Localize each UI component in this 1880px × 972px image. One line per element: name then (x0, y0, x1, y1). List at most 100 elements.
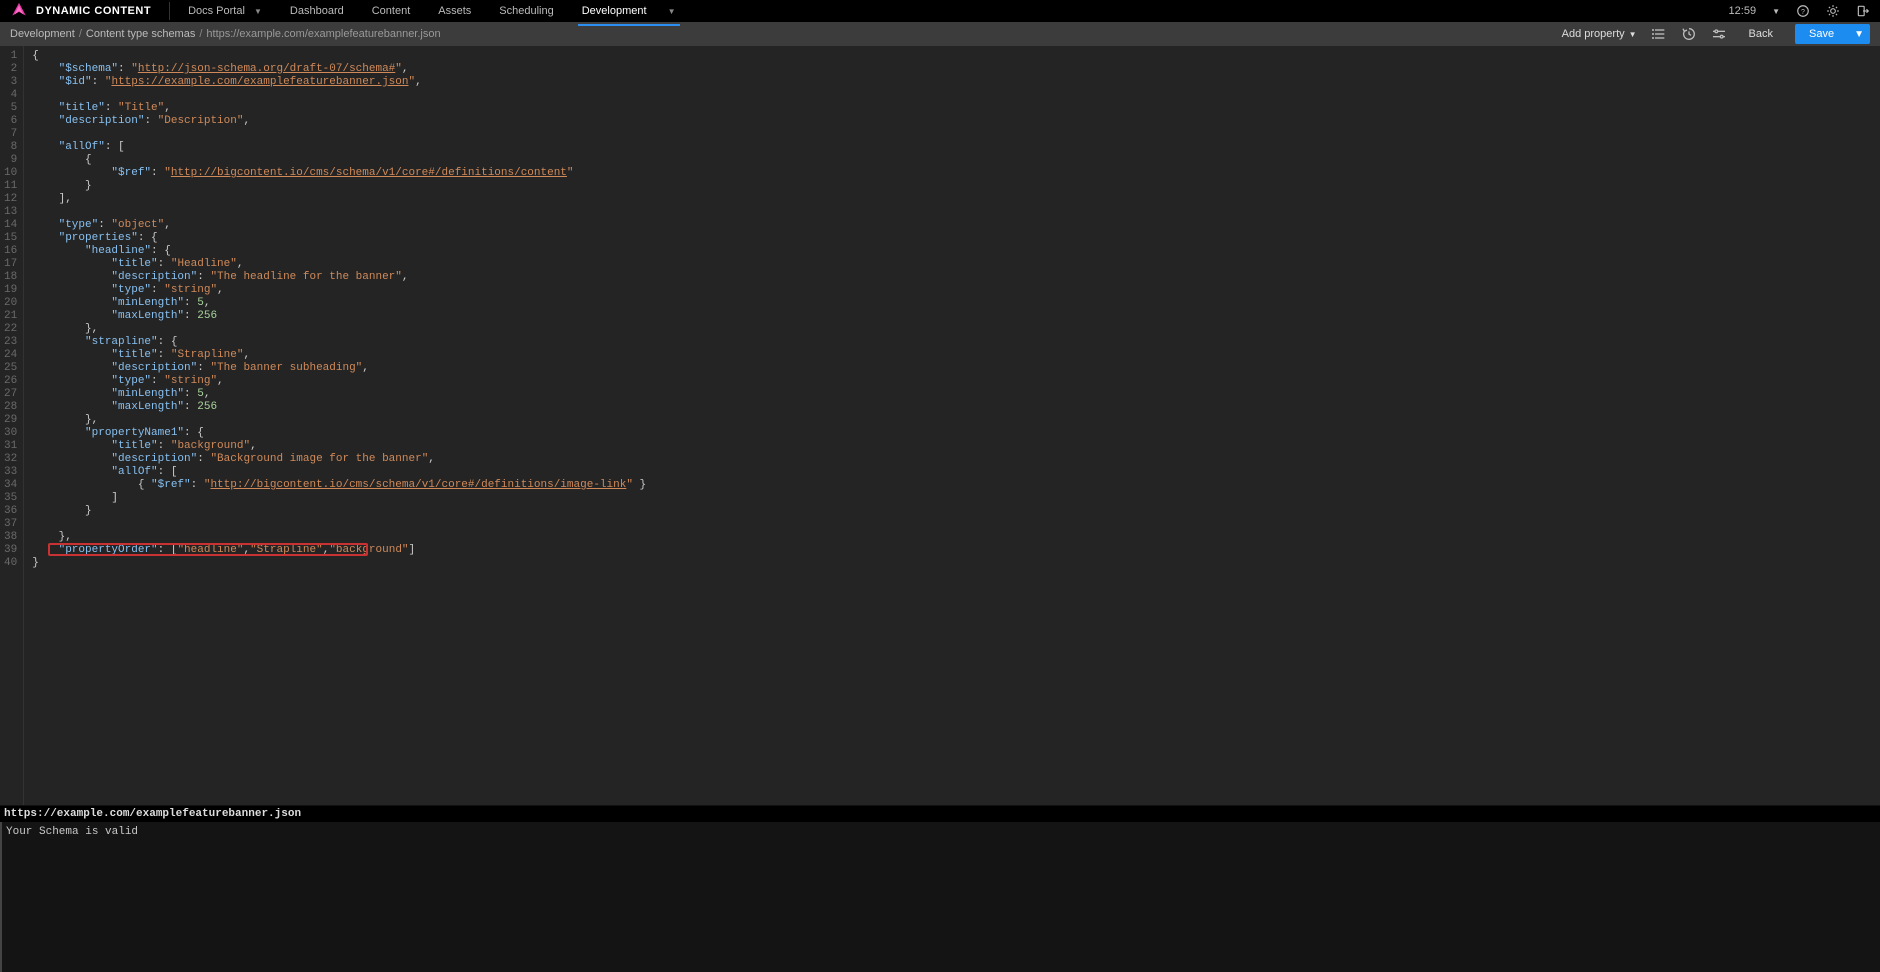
validation-file-label: https://example.com/examplefeaturebanner… (0, 805, 1880, 822)
line-number: 24 (4, 349, 17, 362)
code-line[interactable]: "propertyOrder": ["headline","Strapline"… (32, 544, 1872, 557)
help-icon[interactable]: ? (1796, 4, 1810, 18)
chevron-down-icon[interactable]: ▼ (1772, 7, 1780, 16)
line-number: 8 (4, 141, 17, 154)
line-number: 13 (4, 206, 17, 219)
line-number: 25 (4, 362, 17, 375)
line-number: 9 (4, 154, 17, 167)
breadcrumb-schemas[interactable]: Content type schemas (86, 28, 195, 40)
code-line[interactable] (32, 518, 1872, 531)
nav-development[interactable]: Development ▼ (582, 1, 676, 21)
code-line[interactable] (32, 206, 1872, 219)
code-line[interactable]: "$id": "https://example.com/examplefeatu… (32, 76, 1872, 89)
line-number: 16 (4, 245, 17, 258)
line-number: 36 (4, 505, 17, 518)
nav-assets[interactable]: Assets (438, 1, 471, 21)
code-line[interactable]: "propertyName1": { (32, 427, 1872, 440)
code-line[interactable]: "description": "Description", (32, 115, 1872, 128)
line-number: 2 (4, 63, 17, 76)
code-line[interactable]: "maxLength": 256 (32, 310, 1872, 323)
code-line[interactable]: "description": "The banner subheading", (32, 362, 1872, 375)
code-line[interactable]: "title": "Title", (32, 102, 1872, 115)
gear-icon[interactable] (1826, 4, 1840, 18)
nav-content[interactable]: Content (372, 1, 411, 21)
code-line[interactable]: "headline": { (32, 245, 1872, 258)
code-line[interactable]: "title": "Headline", (32, 258, 1872, 271)
code-line[interactable]: "properties": { (32, 232, 1872, 245)
svg-text:?: ? (1801, 9, 1805, 16)
code-line[interactable]: "description": "The headline for the ban… (32, 271, 1872, 284)
code-line[interactable]: }, (32, 531, 1872, 544)
code-line[interactable]: }, (32, 414, 1872, 427)
breadcrumb-separator: / (79, 28, 82, 40)
code-line[interactable]: "description": "Background image for the… (32, 453, 1872, 466)
code-line[interactable]: "type": "string", (32, 375, 1872, 388)
code-line[interactable]: "title": "Strapline", (32, 349, 1872, 362)
brand-label: DYNAMIC CONTENT (36, 5, 151, 17)
line-number: 23 (4, 336, 17, 349)
code-line[interactable]: "$ref": "http://bigcontent.io/cms/schema… (32, 167, 1872, 180)
line-number: 20 (4, 297, 17, 310)
save-button[interactable]: Save (1795, 24, 1848, 44)
code-line[interactable]: } (32, 505, 1872, 518)
line-number: 21 (4, 310, 17, 323)
chevron-down-icon: ▼ (1629, 30, 1637, 39)
code-line[interactable]: "$schema": "http://json-schema.org/draft… (32, 63, 1872, 76)
line-number: 15 (4, 232, 17, 245)
code-line[interactable]: "allOf": [ (32, 141, 1872, 154)
line-number: 5 (4, 102, 17, 115)
line-number: 12 (4, 193, 17, 206)
code-line[interactable]: "strapline": { (32, 336, 1872, 349)
code-line[interactable]: } (32, 180, 1872, 193)
app-logo-icon (10, 2, 28, 20)
line-number: 28 (4, 401, 17, 414)
code-line[interactable]: } (32, 557, 1872, 570)
line-number: 10 (4, 167, 17, 180)
clock-label: 12:59 (1729, 5, 1757, 17)
nav-docs-portal[interactable]: Docs Portal ▼ (188, 1, 262, 21)
line-number: 26 (4, 375, 17, 388)
breadcrumb-development[interactable]: Development (10, 28, 75, 40)
chevron-down-icon: ▼ (254, 7, 262, 16)
line-number: 22 (4, 323, 17, 336)
code-line[interactable]: { "$ref": "http://bigcontent.io/cms/sche… (32, 479, 1872, 492)
nav-dashboard[interactable]: Dashboard (290, 1, 344, 21)
logout-icon[interactable] (1856, 4, 1870, 18)
line-number: 34 (4, 479, 17, 492)
code-line[interactable]: { (32, 154, 1872, 167)
line-number: 17 (4, 258, 17, 271)
code-line[interactable]: { (32, 50, 1872, 63)
code-line[interactable] (32, 89, 1872, 102)
code-line[interactable]: "minLength": 5, (32, 297, 1872, 310)
line-number: 4 (4, 89, 17, 102)
save-dropdown-button[interactable]: ▼ (1848, 24, 1870, 44)
line-number: 18 (4, 271, 17, 284)
code-line[interactable]: "title": "background", (32, 440, 1872, 453)
code-line[interactable]: "allOf": [ (32, 466, 1872, 479)
line-number: 14 (4, 219, 17, 232)
line-number: 1 (4, 50, 17, 63)
code-content[interactable]: { "$schema": "http://json-schema.org/dra… (24, 46, 1880, 805)
nav-docs-portal-label: Docs Portal (188, 5, 245, 17)
line-number: 29 (4, 414, 17, 427)
line-number: 38 (4, 531, 17, 544)
code-line[interactable]: ], (32, 193, 1872, 206)
add-property-button[interactable]: Add property ▼ (1562, 28, 1637, 40)
code-line[interactable] (32, 128, 1872, 141)
code-editor[interactable]: 1234567891011121314151617181920212223242… (0, 46, 1880, 805)
code-line[interactable]: "minLength": 5, (32, 388, 1872, 401)
back-button[interactable]: Back (1741, 28, 1781, 40)
code-line[interactable]: "type": "object", (32, 219, 1872, 232)
code-line[interactable]: ] (32, 492, 1872, 505)
code-line[interactable]: }, (32, 323, 1872, 336)
line-number: 39 (4, 544, 17, 557)
code-line[interactable]: "maxLength": 256 (32, 401, 1872, 414)
line-number: 33 (4, 466, 17, 479)
nav-scheduling[interactable]: Scheduling (499, 1, 553, 21)
code-line[interactable]: "type": "string", (32, 284, 1872, 297)
sliders-icon[interactable] (1711, 26, 1727, 42)
list-icon[interactable] (1651, 26, 1667, 42)
history-icon[interactable] (1681, 26, 1697, 42)
chevron-down-icon: ▼ (668, 7, 676, 16)
line-number: 31 (4, 440, 17, 453)
